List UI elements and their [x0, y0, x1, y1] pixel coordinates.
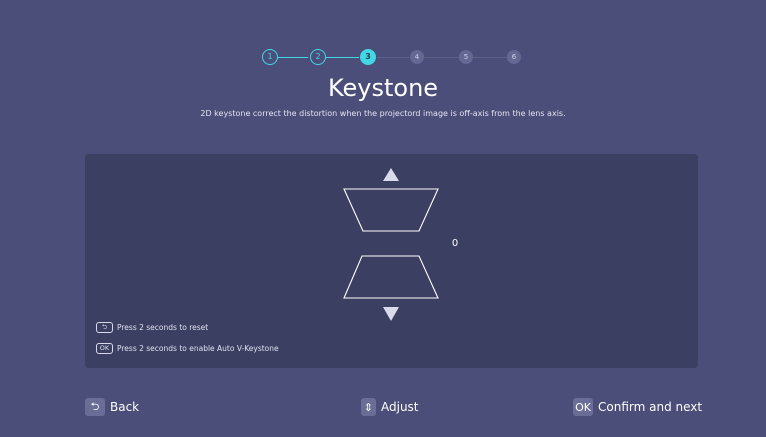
hint-auto-keystone: OK Press 2 seconds to enable Auto V-Keys…	[96, 341, 279, 355]
page-description: 2D keystone correct the distortion when …	[200, 109, 566, 118]
back-key-icon: ⮌	[96, 321, 113, 333]
step-3-current: 3	[360, 49, 376, 65]
confirm-label: Confirm and next	[598, 400, 703, 414]
keystone-bottom-trapezoid-icon	[343, 255, 439, 299]
step-2: 2	[310, 49, 326, 65]
arrow-down-icon[interactable]	[383, 307, 399, 321]
hint-reset: ⮌ Press 2 seconds to reset	[96, 320, 208, 334]
page-title: Keystone	[327, 74, 439, 102]
adjust-button[interactable]: ⇕ Adjust	[361, 398, 419, 416]
step-6: 6	[507, 50, 521, 64]
arrow-up-icon[interactable]	[383, 168, 399, 181]
step-5: 5	[459, 50, 473, 64]
keystone-value: 0	[451, 238, 459, 249]
step-connector	[473, 57, 507, 58]
step-1: 1	[262, 49, 278, 65]
step-connector	[326, 57, 359, 58]
step-connector	[278, 57, 308, 58]
back-button[interactable]: ⮌ Back	[85, 398, 139, 416]
keystone-panel: 0 ⮌ Press 2 seconds to reset OK Press 2 …	[85, 154, 698, 368]
ok-key-icon: OK	[96, 342, 113, 354]
up-down-icon: ⇕	[361, 398, 376, 416]
step-connector	[377, 57, 409, 58]
back-icon: ⮌	[85, 398, 105, 416]
step-4: 4	[410, 50, 424, 64]
hint-reset-text: Press 2 seconds to reset	[117, 322, 209, 332]
confirm-next-button[interactable]: OK Confirm and next	[573, 398, 702, 416]
step-connector	[423, 57, 459, 58]
setup-progress-steps: 1 2 3 4 5 6	[0, 46, 766, 70]
adjust-label: Adjust	[381, 400, 419, 414]
hint-auto-text: Press 2 seconds to enable Auto V-Keyston…	[117, 343, 279, 353]
ok-icon: OK	[573, 398, 593, 416]
back-label: Back	[110, 400, 140, 414]
keystone-top-trapezoid-icon	[343, 188, 439, 232]
keystone-graphic	[343, 168, 439, 321]
